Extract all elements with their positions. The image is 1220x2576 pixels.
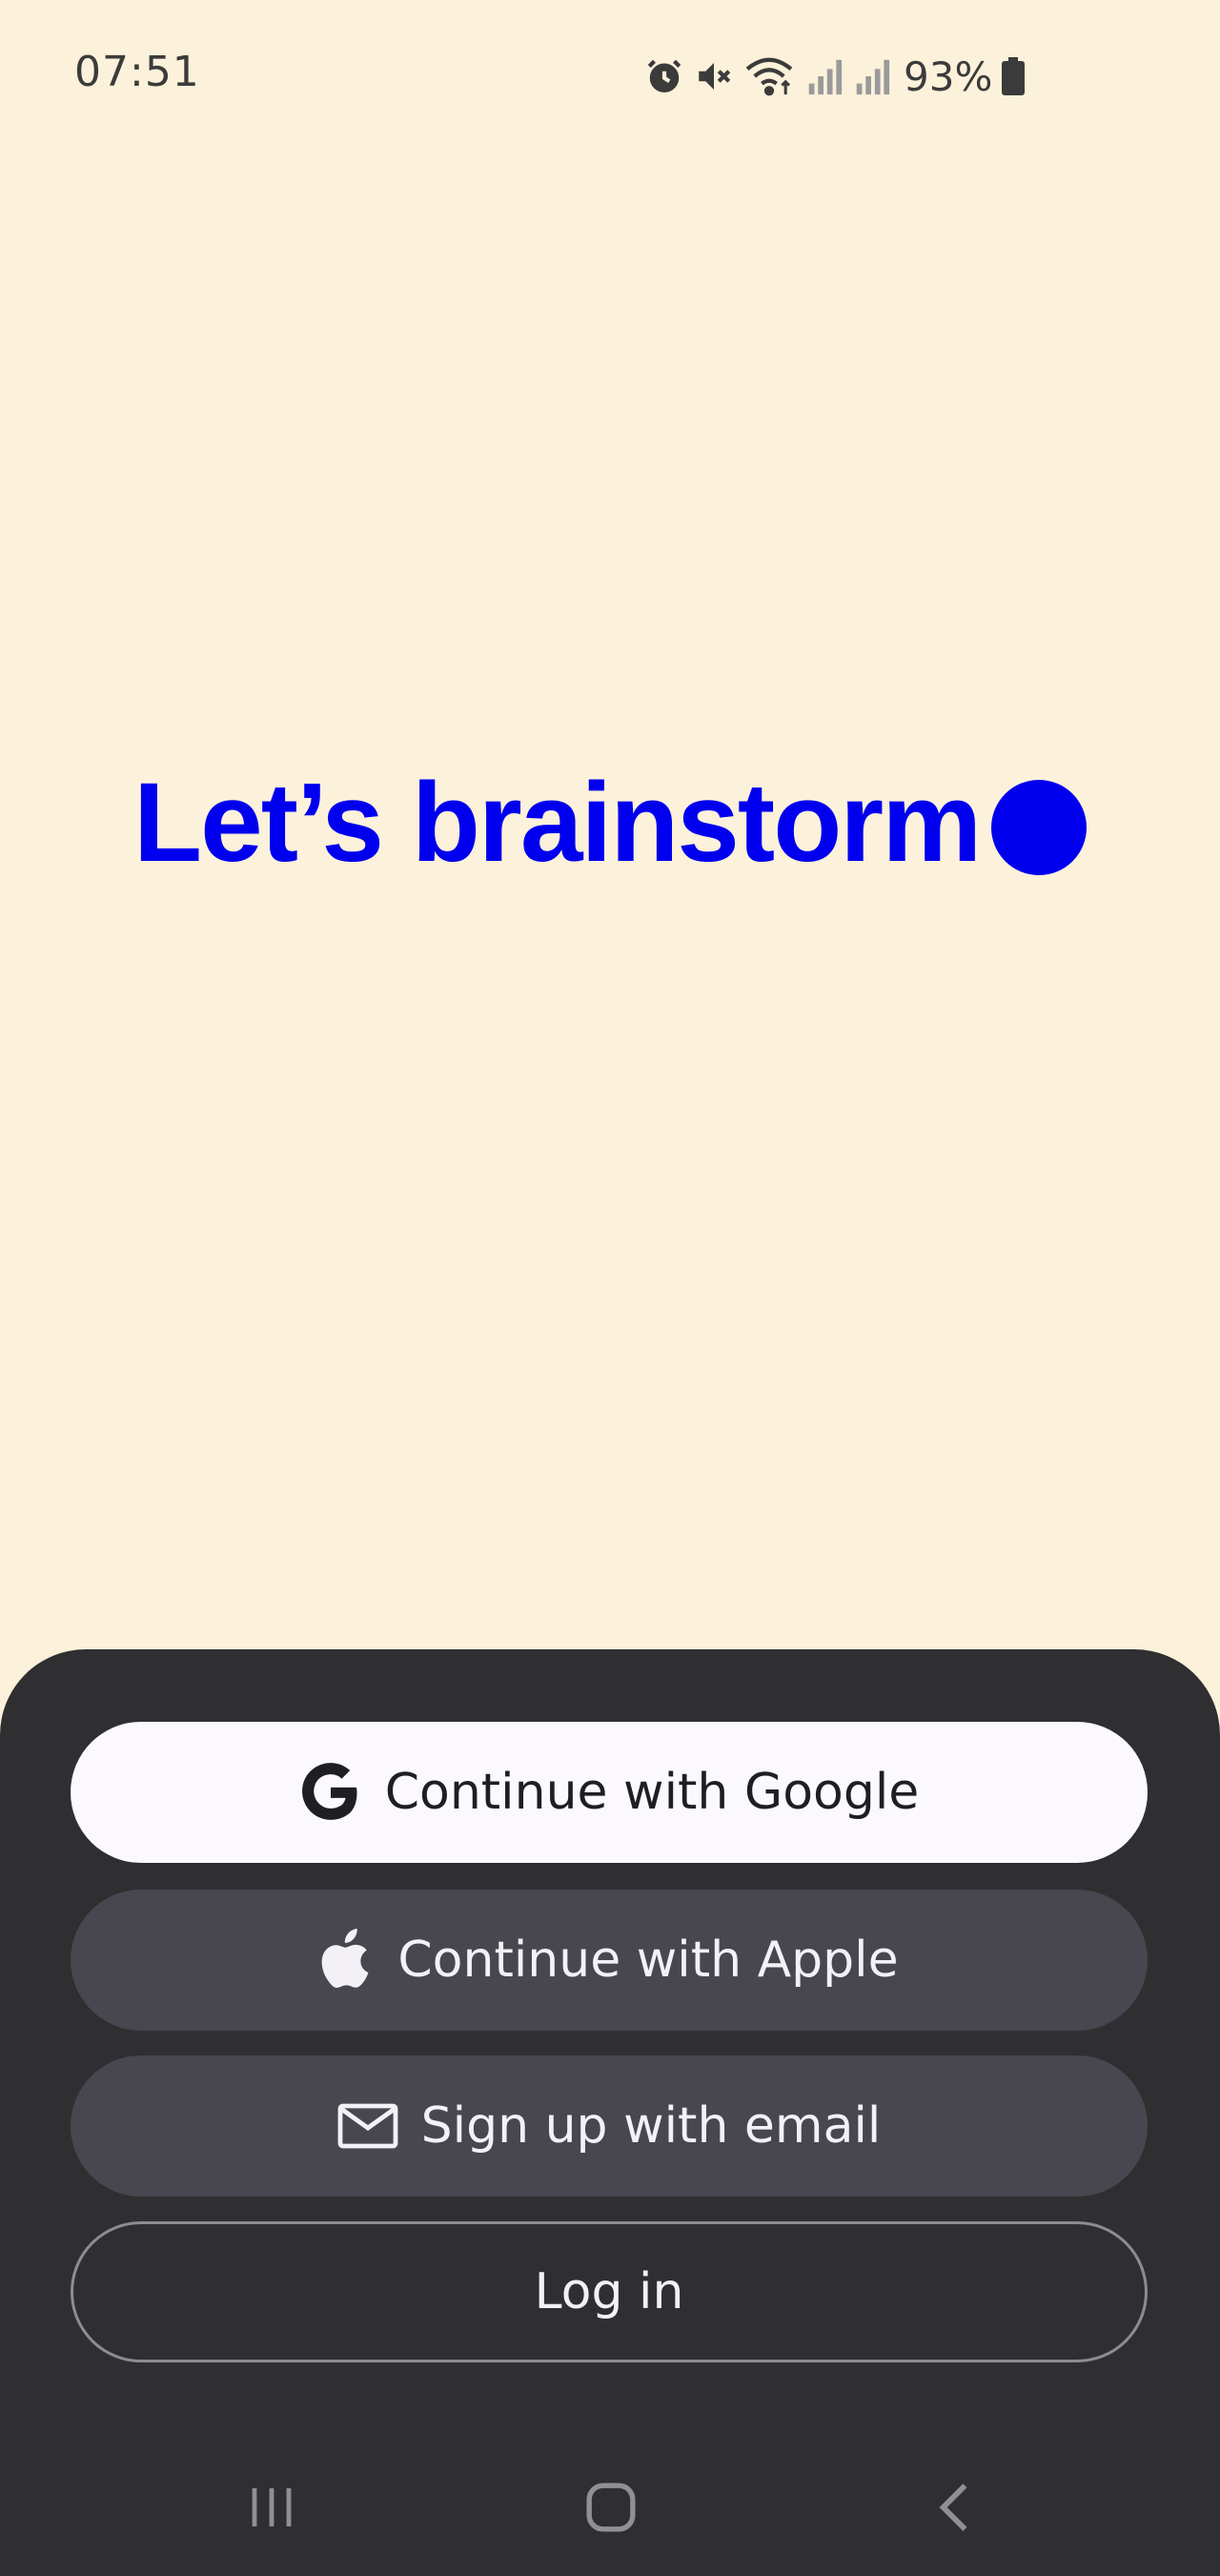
wifi-icon [743,56,795,96]
recent-apps-icon[interactable] [234,2469,310,2545]
status-bar: 07:51 93% [0,0,1220,153]
login-button-label: Log in [534,2263,684,2320]
back-icon[interactable] [915,2469,991,2545]
email-button-label: Sign up with email [420,2097,882,2155]
mail-icon [337,2102,398,2150]
auth-sheet: Continue with Google Continue with Apple… [0,1649,1220,2576]
headline: Let’s brainstorm [133,758,1088,888]
system-nav-bar [0,2441,1220,2576]
google-icon [299,1761,362,1824]
home-icon[interactable] [573,2469,649,2545]
headline-dot-icon [991,780,1088,875]
status-time: 07:51 [74,48,200,96]
signal-icon [804,56,843,96]
apple-button-label: Continue with Apple [397,1932,899,1989]
headline-text: Let’s brainstorm [133,760,982,886]
battery-icon [1002,57,1026,95]
signal-icon [852,56,890,96]
google-button-label: Continue with Google [384,1764,920,1821]
battery-percent: 93% [904,52,993,100]
log-in-button[interactable]: Log in [71,2221,1148,2362]
alarm-icon [644,56,684,96]
continue-with-google-button[interactable]: Continue with Google [71,1722,1148,1863]
mute-icon [694,56,734,96]
status-icons: 93% [644,50,1026,103]
apple-icon [319,1929,375,1992]
continue-with-apple-button[interactable]: Continue with Apple [71,1890,1148,2031]
sign-up-with-email-button[interactable]: Sign up with email [71,2055,1148,2197]
